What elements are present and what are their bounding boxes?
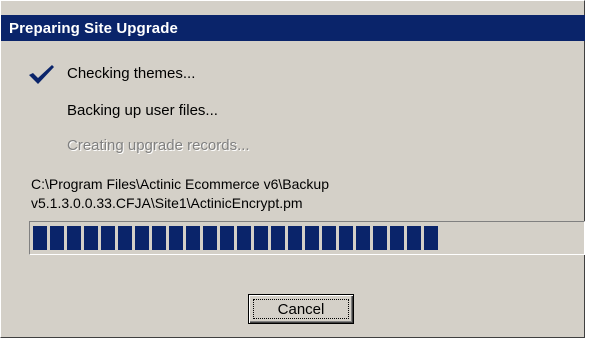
progress-block xyxy=(169,226,183,250)
progress-block xyxy=(288,226,302,250)
progress-block xyxy=(67,226,81,250)
checkmark-icon xyxy=(29,65,54,84)
progress-block xyxy=(254,226,268,250)
progress-block xyxy=(203,226,217,250)
upgrade-dialog: Preparing Site Upgrade Checking themes..… xyxy=(0,0,585,338)
progress-block xyxy=(356,226,370,250)
progress-block xyxy=(407,226,421,250)
progress-block xyxy=(220,226,234,250)
title-bar: Preparing Site Upgrade xyxy=(1,15,585,41)
progress-block xyxy=(118,226,132,250)
progress-block xyxy=(135,226,149,250)
progress-block xyxy=(84,226,98,250)
current-path-line-1: C:\Program Files\Actinic Ecommerce v6\Ba… xyxy=(31,176,329,192)
progress-block xyxy=(390,226,404,250)
progress-block xyxy=(373,226,387,250)
cancel-button[interactable]: Cancel xyxy=(248,294,354,324)
dialog-title: Preparing Site Upgrade xyxy=(9,19,178,37)
step-checking-themes: Checking themes... xyxy=(67,65,196,82)
progress-block xyxy=(339,226,353,250)
current-path-line-2: v5.1.3.0.0.33.CFJA\Site1\ActinicEncrypt.… xyxy=(31,195,303,211)
progress-block xyxy=(424,226,438,250)
progress-block xyxy=(101,226,115,250)
progress-block xyxy=(33,226,47,250)
progress-block xyxy=(186,226,200,250)
progress-fill xyxy=(33,226,438,250)
progress-block xyxy=(152,226,166,250)
progress-block xyxy=(237,226,251,250)
cancel-button-label: Cancel xyxy=(277,300,325,318)
progress-block xyxy=(305,226,319,250)
progress-block xyxy=(322,226,336,250)
progress-bar xyxy=(29,221,585,255)
progress-block xyxy=(271,226,285,250)
step-creating-upgrade-records: Creating upgrade records... xyxy=(67,137,250,154)
progress-track xyxy=(33,225,581,251)
progress-block xyxy=(50,226,64,250)
step-backing-up-files: Backing up user files... xyxy=(67,102,218,119)
